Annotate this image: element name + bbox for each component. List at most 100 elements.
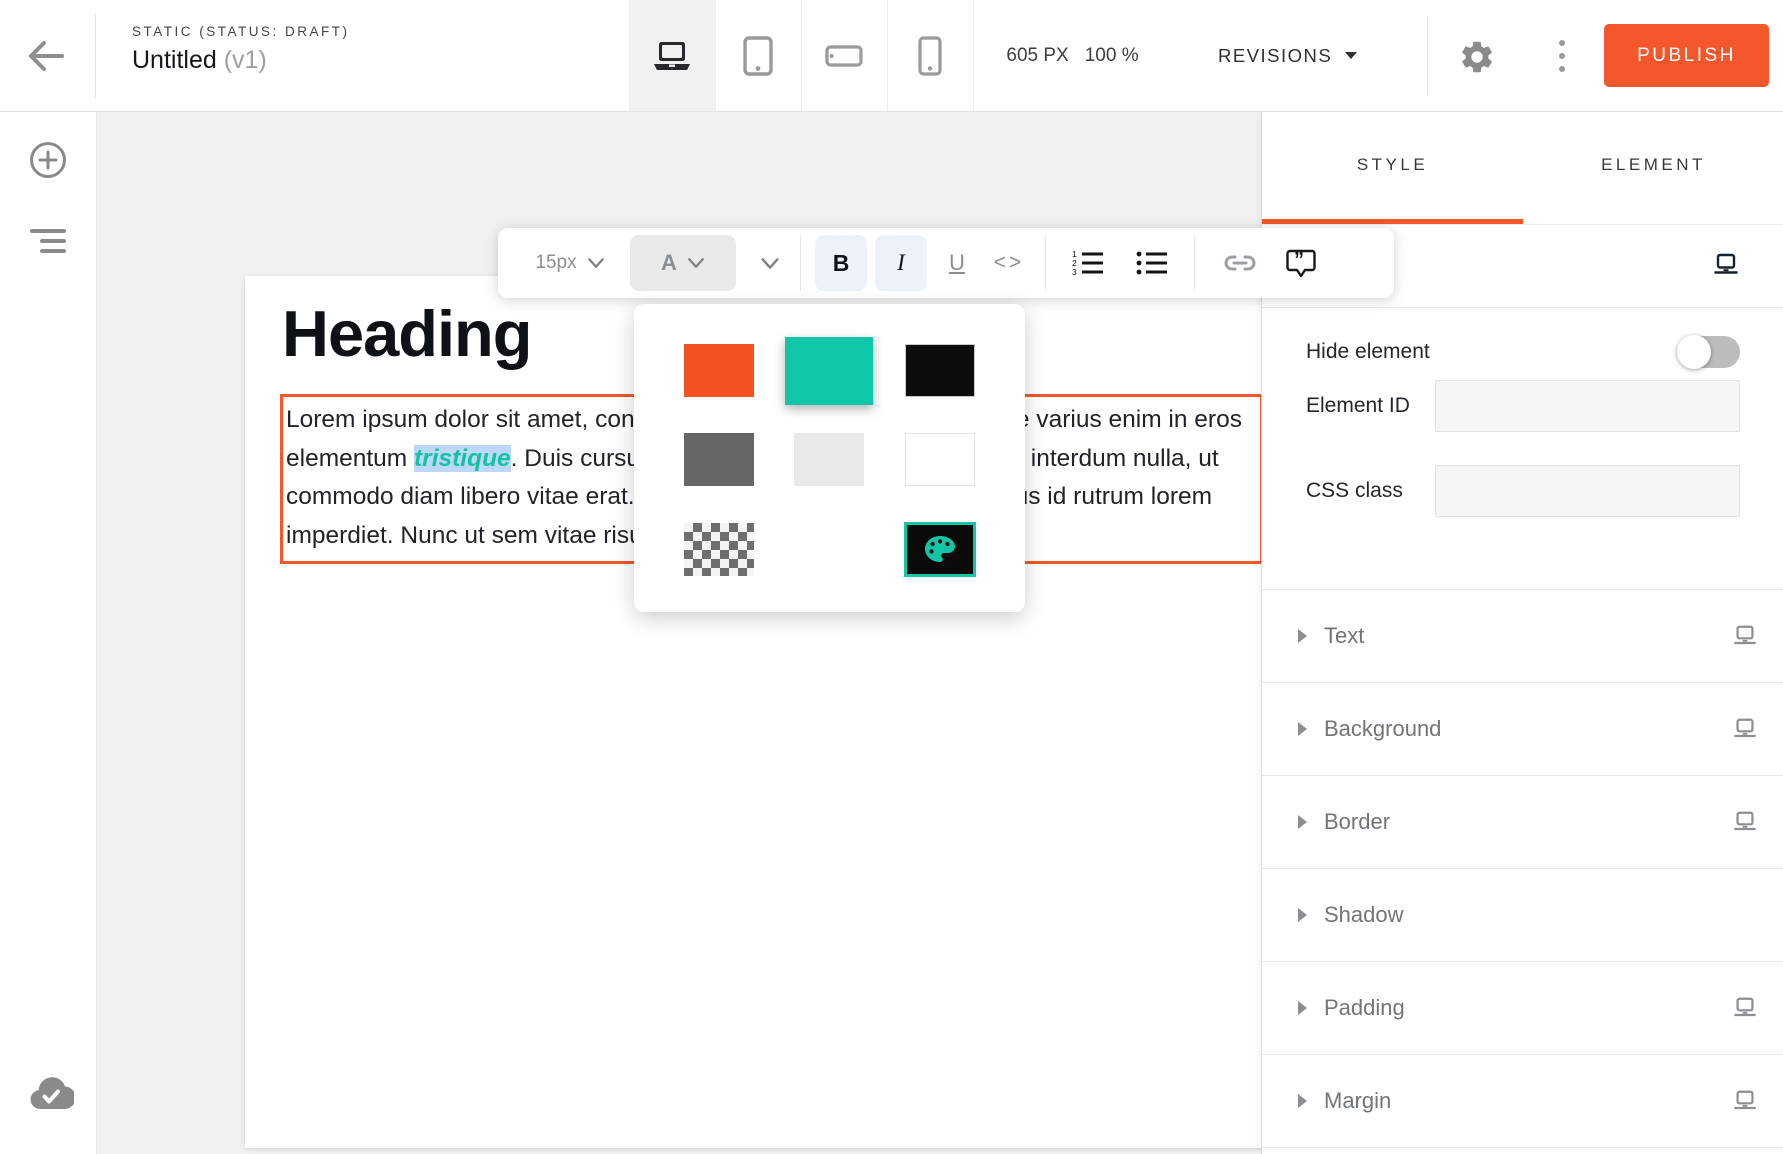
cloud-check-icon (28, 1077, 74, 1111)
unordered-list-icon (1135, 249, 1169, 277)
more-options-button[interactable] (1548, 36, 1576, 76)
page-status-kicker: STATIC (STATUS: DRAFT) (132, 24, 350, 39)
quote-button[interactable]: ” (1269, 235, 1333, 291)
heading-element[interactable]: Heading (282, 296, 531, 371)
underline-button[interactable]: U (933, 235, 981, 291)
toolbar-divider (1194, 235, 1195, 291)
phone-landscape-icon (825, 45, 863, 67)
css-class-label: CSS class (1306, 479, 1403, 503)
device-scope-icon[interactable] (1732, 996, 1758, 1020)
phone-icon (918, 36, 942, 76)
page-version: (v1) (224, 46, 267, 74)
arrow-left-icon (22, 32, 70, 80)
palette-icon (923, 534, 957, 564)
canvas-size-info: 605 PX 100 % (985, 0, 1160, 111)
element-id-label: Element ID (1306, 394, 1410, 418)
swatch-light-gray[interactable] (794, 433, 864, 486)
link-button[interactable] (1211, 235, 1269, 291)
color-swatch-grid (664, 326, 995, 594)
triangle-right-icon (1296, 628, 1308, 644)
swatch-teal[interactable] (785, 337, 873, 405)
device-tablet-button[interactable] (715, 0, 801, 111)
text-color-dropdown-active[interactable]: A (630, 235, 736, 291)
text-format-toolbar: 15px A B I U <> 1 2 3 (498, 228, 1394, 298)
triangle-right-icon (1296, 814, 1308, 830)
font-size-dropdown[interactable]: 15px (524, 235, 616, 291)
canvas-width-label: 605 PX (1006, 45, 1068, 67)
element-id-input[interactable] (1435, 380, 1740, 432)
text-color-picker-popover (634, 304, 1025, 612)
tablet-icon (743, 36, 773, 76)
toggle-knob (1677, 335, 1711, 369)
italic-button-active[interactable]: I (875, 235, 927, 291)
swatch-custom[interactable] (904, 522, 976, 577)
more-format-dropdown[interactable] (750, 235, 790, 291)
svg-text:3: 3 (1072, 267, 1077, 277)
chevron-down-icon (587, 257, 605, 269)
bold-button-active[interactable]: B (815, 235, 867, 291)
ordered-list-button[interactable]: 1 2 3 (1056, 235, 1120, 291)
add-element-button[interactable] (28, 140, 68, 180)
tab-element[interactable]: ELEMENT (1523, 111, 1783, 219)
caret-down-icon (1344, 51, 1358, 60)
save-status-indicator (28, 1077, 68, 1117)
publish-button[interactable]: PUBLISH (1604, 24, 1769, 87)
css-class-input[interactable] (1435, 465, 1740, 517)
device-phone-button[interactable] (887, 0, 973, 111)
svg-text:”: ” (1294, 249, 1304, 271)
section-text[interactable]: Text (1262, 589, 1783, 682)
settings-button[interactable] (1458, 38, 1496, 76)
section-background[interactable]: Background (1262, 682, 1783, 775)
tab-style-active[interactable]: STYLE (1262, 111, 1523, 219)
device-scope-icon[interactable] (1732, 717, 1758, 741)
css-class-row: CSS class (1306, 464, 1740, 518)
top-bar: STATIC (STATUS: DRAFT) Untitled (v1) (0, 0, 1783, 112)
code-button[interactable]: <> (983, 235, 1035, 291)
gear-icon (1458, 38, 1496, 76)
device-scope-icon[interactable] (1712, 252, 1740, 278)
swatch-white[interactable] (905, 433, 975, 486)
device-desktop-button[interactable] (629, 0, 715, 111)
swatch-orange[interactable] (684, 344, 754, 397)
unordered-list-button[interactable] (1120, 235, 1184, 291)
outline-tree-button[interactable] (28, 227, 68, 267)
app-window: STATIC (STATUS: DRAFT) Untitled (v1) (0, 0, 1783, 1154)
triangle-right-icon (1296, 1093, 1308, 1109)
device-scope-icon[interactable] (1732, 1089, 1758, 1113)
canvas-zoom-label: 100 % (1085, 45, 1139, 67)
style-section-list: Text Background Border (1262, 589, 1783, 1154)
page-title-block: STATIC (STATUS: DRAFT) Untitled (v1) (132, 24, 350, 75)
chevron-down-icon (760, 257, 780, 270)
selected-word: tristique (414, 445, 511, 472)
section-list-end (1262, 1147, 1783, 1154)
ordered-list-icon: 1 2 3 (1071, 249, 1105, 277)
section-margin[interactable]: Margin (1262, 1054, 1783, 1147)
triangle-right-icon (1296, 907, 1308, 923)
section-shadow[interactable]: Shadow (1262, 868, 1783, 961)
swatch-dark-gray[interactable] (684, 433, 754, 486)
kebab-menu-icon (1558, 39, 1566, 73)
sidebar-tabs: STYLE ELEMENT (1262, 111, 1783, 225)
triangle-right-icon (1296, 721, 1308, 737)
swatch-transparent[interactable] (684, 523, 754, 576)
toolbar-divider (800, 235, 801, 291)
swatch-black[interactable] (905, 344, 975, 397)
triangle-right-icon (1296, 1000, 1308, 1016)
plus-circle-icon (28, 140, 68, 180)
device-scope-icon[interactable] (1732, 810, 1758, 834)
element-id-row: Element ID (1306, 379, 1740, 433)
back-button[interactable] (22, 32, 70, 80)
device-phone-landscape-button[interactable] (801, 0, 887, 111)
quote-bubble-icon: ” (1285, 247, 1317, 279)
toolbar-divider (1045, 235, 1046, 291)
section-border[interactable]: Border (1262, 775, 1783, 868)
revisions-dropdown[interactable]: REVISIONS (1218, 0, 1358, 111)
section-padding[interactable]: Padding (1262, 961, 1783, 1054)
chevron-down-icon (687, 257, 705, 269)
topbar-divider (95, 14, 96, 98)
layers-lines-icon (28, 227, 68, 255)
laptop-icon (652, 39, 692, 73)
device-scope-icon[interactable] (1732, 624, 1758, 648)
hide-element-toggle-off[interactable] (1678, 336, 1740, 368)
device-divider (973, 0, 974, 111)
